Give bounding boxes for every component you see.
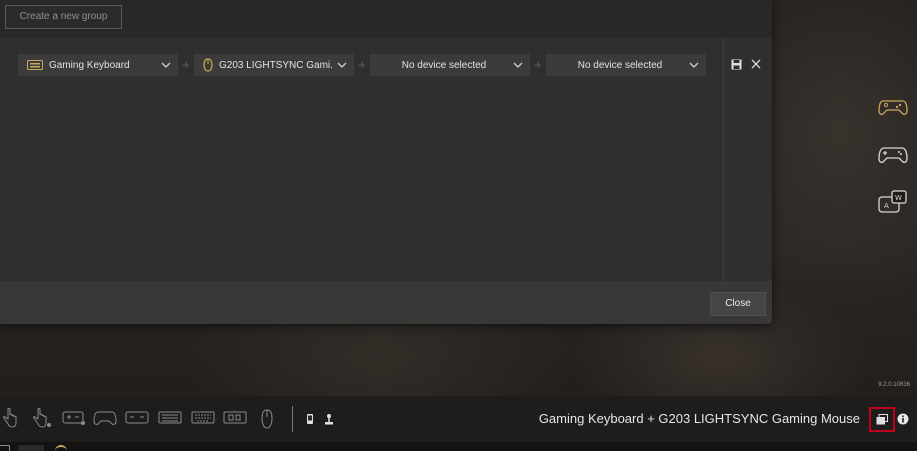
device-slot-2[interactable]: G203 LIGHTSYNC Gami... — [194, 54, 354, 76]
device-slot-3[interactable]: No device selected — [370, 54, 530, 76]
dialog-header: Create a new group — [0, 0, 772, 38]
device-slot-label: G203 LIGHTSYNC Gami... — [219, 59, 333, 71]
bottom-glyph-icon — [55, 445, 67, 451]
keyboard-grid-icon[interactable] — [158, 411, 182, 425]
plus-separator: + — [182, 57, 190, 72]
device-group-icon — [876, 414, 888, 425]
chevron-down-icon — [337, 62, 347, 68]
dialog-footer: Close — [0, 281, 772, 324]
info-icon[interactable] — [897, 413, 909, 425]
gamepad-icon[interactable] — [877, 142, 909, 168]
close-icon[interactable] — [751, 59, 761, 69]
close-button[interactable]: Close — [710, 292, 766, 316]
keyboard-shortcut-icon[interactable] — [62, 410, 86, 426]
xbox-controller-icon[interactable] — [877, 94, 909, 120]
vertical-divider — [723, 38, 724, 281]
keyboard-full-icon[interactable] — [191, 411, 215, 425]
svg-text:W: W — [895, 194, 902, 202]
bottom-strip — [0, 442, 917, 451]
device-group-dialog: Create a new group Gaming Keyboard + G20… — [0, 0, 772, 324]
current-devices-title: Gaming Keyboard + G203 LIGHTSYNC Gaming … — [538, 411, 860, 426]
device-slot-label: Gaming Keyboard — [49, 59, 130, 71]
svg-text:A: A — [884, 202, 889, 210]
keyboard-icon — [27, 60, 43, 70]
chevron-down-icon — [513, 62, 523, 68]
bottom-tile[interactable] — [0, 445, 10, 451]
mouse-icon — [203, 58, 213, 72]
toolbar-divider — [292, 406, 293, 432]
keyboard-remap-icon[interactable]: A W — [877, 189, 909, 215]
device-slot-1[interactable]: Gaming Keyboard — [18, 54, 178, 76]
device-slot-4[interactable]: No device selected — [546, 54, 706, 76]
device-slot-label: No device selected — [401, 59, 487, 71]
save-icon[interactable] — [731, 59, 742, 70]
plus-separator: + — [358, 57, 366, 72]
mouse-icon[interactable] — [260, 409, 274, 429]
touch-hand-icon[interactable] — [2, 407, 18, 429]
version-label: 9.2.0.10636 — [878, 382, 910, 388]
phone-icon[interactable] — [306, 413, 314, 425]
plus-separator: + — [534, 57, 542, 72]
controller-icon[interactable] — [93, 409, 117, 427]
panel-icon[interactable] — [223, 411, 247, 425]
chevron-down-icon — [161, 62, 171, 68]
chevron-down-icon — [689, 62, 699, 68]
joystick-icon[interactable] — [323, 413, 335, 425]
create-group-button[interactable]: Create a new group — [5, 5, 122, 29]
keyboard-small-icon[interactable] — [125, 411, 149, 425]
dialog-body: Gaming Keyboard + G203 LIGHTSYNC Gami...… — [0, 38, 772, 281]
touch-hold-icon[interactable] — [32, 407, 52, 429]
device-slot-label: No device selected — [577, 59, 663, 71]
bottom-tile[interactable] — [18, 445, 44, 451]
device-group-button[interactable] — [869, 407, 895, 432]
